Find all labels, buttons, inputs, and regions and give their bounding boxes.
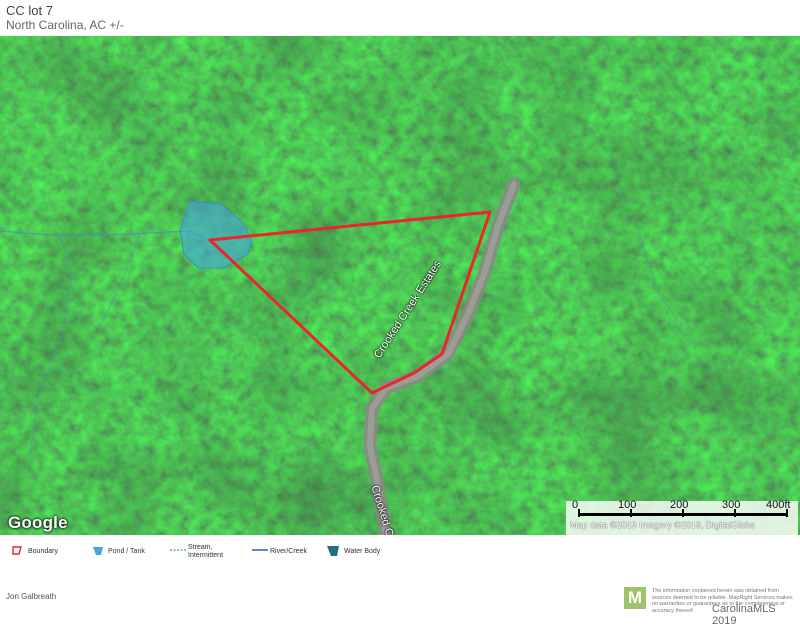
boundary-icon — [12, 546, 22, 555]
legend-label-river: River/Creek — [270, 548, 307, 555]
scale-label: 400ft — [766, 499, 791, 511]
mls-watermark: CarolinaMLS 2019 — [712, 603, 776, 627]
scale-label: 200 — [670, 499, 689, 511]
page-subtitle: North Carolina, AC +/- — [6, 18, 124, 32]
map-credit: Map data ©2019 Imagery ©2019, DigitalGlo… — [570, 520, 755, 530]
pond-icon — [93, 547, 103, 555]
river-icon — [252, 549, 268, 551]
scale-label: 0 — [572, 499, 579, 511]
scale-label: 100 — [618, 499, 637, 511]
header: CC lot 7 North Carolina, AC +/- — [0, 0, 800, 36]
scale-label: 300 — [722, 499, 741, 511]
page-title: CC lot 7 — [6, 3, 53, 18]
satellite-imagery — [0, 36, 800, 535]
scale-bar: 0 100 200 300 400ft Map data ©2019 Image… — [566, 499, 798, 535]
stream-icon — [170, 549, 186, 551]
legend-label-water-body: Water Body — [344, 548, 381, 555]
agent-name: Jon Galbreath — [6, 592, 57, 601]
water-body-icon — [327, 546, 339, 556]
mapright-logo: M — [624, 587, 646, 609]
satellite-map[interactable]: Crooked Creek Estates Crooked C Google 0… — [0, 36, 800, 535]
legend-label-boundary: Boundary — [28, 548, 58, 555]
legend-label-stream: Stream, Intermittent — [188, 544, 224, 559]
scale-tick — [578, 509, 580, 517]
google-logo: Google — [8, 513, 68, 532]
footer: Jon Galbreath M The information containe… — [0, 580, 800, 627]
legend-label-pond: Pond / Tank — [108, 548, 145, 555]
map-legend: Boundary Pond / Tank Stream, Intermitten… — [0, 542, 800, 572]
